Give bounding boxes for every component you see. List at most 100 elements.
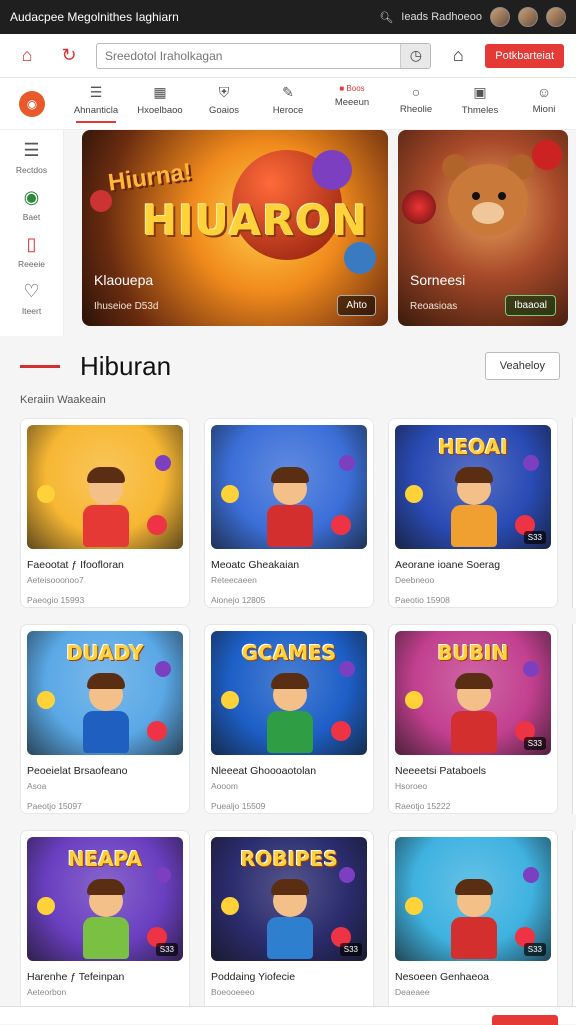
character-body: [83, 505, 129, 547]
game-thumbnail[interactable]: DUADY: [27, 631, 183, 755]
section-title: Hiburan: [80, 350, 172, 381]
game-meta: Raeotjo 15222: [395, 801, 451, 811]
character-graphic: [443, 461, 503, 547]
game-thumbnail[interactable]: S33: [395, 837, 551, 961]
brand-logo[interactable]: ◉: [0, 90, 64, 117]
view-all-button[interactable]: Veaheloy: [484, 352, 560, 380]
hero-title: Klaouepa: [94, 272, 154, 288]
character-body: [451, 711, 497, 753]
coin-graphic: [221, 897, 239, 915]
tab-3[interactable]: ✎ Heroce: [256, 78, 320, 129]
game-thumbnail[interactable]: NEAPA S33: [27, 837, 183, 961]
cta-button[interactable]: Potkbarteiat: [485, 43, 564, 68]
game-title: Peoeielat Brsaofeano: [27, 765, 128, 777]
calendar-icon: ▦: [153, 84, 167, 100]
game-thumbnail[interactable]: ROBIPES S33: [211, 837, 367, 961]
tab-5[interactable]: ○ Rheolie: [384, 78, 448, 129]
game-card[interactable]: ROBIPESS33Poddaing YiofecieBoeooeeeoPaeo…: [204, 830, 374, 1020]
tab-4[interactable]: ■ Boos Meeeun: [320, 78, 384, 129]
thumbnail-badge: S33: [523, 943, 546, 956]
section-header: Hiburan Veaheloy: [0, 340, 576, 392]
dice-graphic: [155, 661, 171, 677]
game-thumbnail[interactable]: HEOAI S33: [395, 425, 551, 549]
game-title: Poddaing Yiofecie: [211, 971, 296, 983]
game-subtitle: Asoa: [27, 781, 47, 791]
tab-2[interactable]: ⛨ Goaios: [192, 78, 256, 129]
avatar-1[interactable]: [490, 7, 510, 27]
character-graphic: [259, 461, 319, 547]
game-subtitle: Aeteisooonoo7: [27, 575, 84, 585]
hero-button[interactable]: Ahto: [337, 295, 376, 316]
dice-graphic: [523, 867, 539, 883]
search-box[interactable]: ◷: [96, 42, 432, 69]
tablet-icon: ▯: [26, 234, 37, 254]
character-body: [267, 917, 313, 959]
tab-label: Hxoelbaoo: [137, 105, 183, 116]
game-card[interactable]: S33Nesoeen GenhaeoaDeaeaeeRasoajo 15520: [388, 830, 558, 1020]
person-icon: ☺: [536, 84, 552, 100]
tab-7[interactable]: ☺ Mioni: [512, 78, 576, 129]
game-thumbnail[interactable]: BUBIN S33: [395, 631, 551, 755]
coin-graphic: [37, 485, 55, 503]
sidebar-label: Rectdos: [15, 165, 48, 175]
dice-graphic: [155, 867, 171, 883]
status-text: Ieads Radhoeoo: [401, 11, 482, 23]
tab-6[interactable]: ▣ Thmeles: [448, 78, 512, 129]
game-meta: Paeotjo 15097: [27, 801, 82, 811]
home-icon[interactable]: ⌂: [12, 41, 42, 71]
game-card[interactable]: HEOAI S33 Aeorane ioane Soerag Deebneoo Paeo…: [388, 418, 558, 608]
game-title: Meoatc Gheakaian: [211, 559, 300, 571]
sidebar-item-3[interactable]: ♡ Iteert: [22, 281, 41, 316]
game-subtitle: Boeooeeeo: [211, 987, 255, 997]
search-icon[interactable]: 🔍︎: [379, 11, 393, 24]
bottom-bar: [0, 1006, 576, 1025]
game-card[interactable]: Meoatc Gheakaian Reteecaeen Aionejo 12805: [204, 418, 374, 608]
sidebar-item-0[interactable]: ☰ Rectdos: [16, 140, 47, 175]
refresh-icon[interactable]: ↻: [54, 41, 84, 71]
game-title: Aeorane ioane Soerag: [395, 559, 501, 571]
list-icon: ☰: [23, 140, 40, 160]
character-graphic: [259, 873, 319, 959]
dice-graphic: [523, 661, 539, 677]
game-card[interactable]: GCAMES Nleeeat Ghoooaotolan Aooom Puealjo 1…: [204, 624, 374, 814]
hero-button[interactable]: Ibaaoal: [505, 295, 556, 316]
game-meta: Paeotio 15908: [395, 595, 450, 605]
character-body: [267, 505, 313, 547]
card-peek: [572, 830, 576, 1020]
game-thumbnail[interactable]: [27, 425, 183, 549]
tab-1[interactable]: ▦ Hxoelbaoo: [128, 78, 192, 129]
bell-icon[interactable]: ⌂: [443, 41, 473, 71]
dice-graphic: [339, 867, 355, 883]
ball-graphic: [147, 515, 167, 535]
avatar-3[interactable]: [546, 7, 566, 27]
game-card[interactable]: Faeootat ƒ Ifoofloran Aeteisooonoo7 Paeogi…: [20, 418, 190, 608]
hero-subtitle: Reoasioas: [410, 301, 458, 312]
game-meta: Puealjo 15509: [211, 801, 266, 811]
game-card[interactable]: NEAPAS33Harenhe ƒ TefeinpanAeteorbonPoee…: [20, 830, 190, 1020]
game-subtitle: Deebneoo: [395, 575, 435, 585]
avatar-2[interactable]: [518, 7, 538, 27]
dice-graphic: [523, 455, 539, 471]
game-thumbnail[interactable]: [211, 425, 367, 549]
hero-banner-side[interactable]: Sorneesi Reoasioas Ibaaoal: [398, 130, 568, 326]
coin-graphic: [221, 691, 239, 709]
game-card[interactable]: DUADY Peoeielat Brsaofeano Asoa Paeotjo 150…: [20, 624, 190, 814]
character-graphic: [75, 667, 135, 753]
pen-icon: ✎: [282, 84, 294, 100]
dice-graphic: [155, 455, 171, 471]
character-body: [451, 917, 497, 959]
game-thumbnail[interactable]: GCAMES: [211, 631, 367, 755]
game-card[interactable]: BUBIN S33 Neeeetsi Pataboels Hsoroeo Raeotjo…: [388, 624, 558, 814]
game-subtitle: Deaeaee: [395, 987, 430, 997]
search-button-icon[interactable]: ◷: [400, 43, 431, 68]
tab-label: Mioni: [532, 104, 556, 115]
sidebar-item-1[interactable]: ◉ Baet: [23, 187, 41, 222]
sidebar-item-2[interactable]: ▯ Reeeie: [18, 234, 45, 269]
game-subtitle: Reteecaeen: [211, 575, 257, 585]
ball-graphic: [147, 721, 167, 741]
search-input[interactable]: [97, 43, 401, 68]
game-title: Faeootat ƒ Ifoofloran: [27, 559, 124, 571]
hero-subtitle: Ihuseioe D53d: [94, 301, 159, 312]
hero-banner-main[interactable]: Hiurna! HIUARON Klaouepa Ihuseioe D53d A…: [82, 130, 388, 326]
tab-0[interactable]: ☰ Ahnanticla: [64, 78, 128, 129]
